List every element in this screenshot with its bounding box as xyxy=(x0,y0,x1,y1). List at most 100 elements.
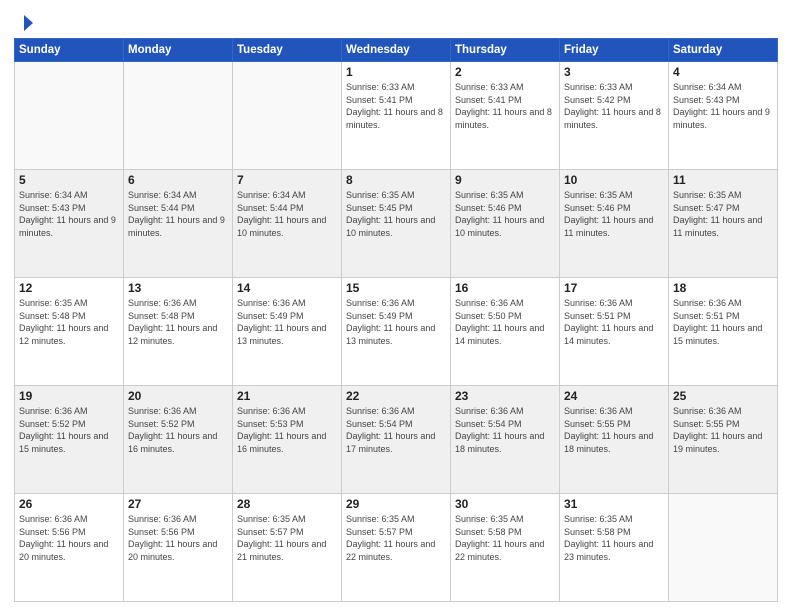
day-info: Sunrise: 6:35 AM Sunset: 5:48 PM Dayligh… xyxy=(19,297,119,347)
calendar-day-cell: 24 Sunrise: 6:36 AM Sunset: 5:55 PM Dayli… xyxy=(560,386,669,494)
day-info: Sunrise: 6:36 AM Sunset: 5:56 PM Dayligh… xyxy=(19,513,119,563)
calendar-day-cell: 4 Sunrise: 6:34 AM Sunset: 5:43 PM Daylig… xyxy=(669,62,778,170)
day-number: 28 xyxy=(237,497,337,511)
calendar-day-cell: 9 Sunrise: 6:35 AM Sunset: 5:46 PM Daylig… xyxy=(451,170,560,278)
day-number: 6 xyxy=(128,173,228,187)
day-number: 29 xyxy=(346,497,446,511)
day-number: 24 xyxy=(564,389,664,403)
day-info: Sunrise: 6:35 AM Sunset: 5:47 PM Dayligh… xyxy=(673,189,773,239)
calendar-table: SundayMondayTuesdayWednesdayThursdayFrid… xyxy=(14,38,778,602)
calendar-day-cell: 18Sunrise: 6:36 AM Sunset: 5:51 PM Dayli… xyxy=(669,278,778,386)
day-info: Sunrise: 6:36 AM Sunset: 5:48 PM Dayligh… xyxy=(128,297,228,347)
day-number: 16 xyxy=(455,281,555,295)
day-info: Sunrise: 6:36 AM Sunset: 5:52 PM Dayligh… xyxy=(19,405,119,455)
day-number: 26 xyxy=(19,497,119,511)
calendar-day-cell: 2 Sunrise: 6:33 AM Sunset: 5:41 PM Daylig… xyxy=(451,62,560,170)
day-info: Sunrise: 6:36 AM Sunset: 5:51 PM Dayligh… xyxy=(564,297,664,347)
calendar-week-row: 19 Sunrise: 6:36 AM Sunset: 5:52 PM Dayli… xyxy=(15,386,778,494)
day-number: 8 xyxy=(346,173,446,187)
calendar-day-cell: 12 Sunrise: 6:35 AM Sunset: 5:48 PM Dayli… xyxy=(15,278,124,386)
weekday-header-tuesday: Tuesday xyxy=(233,39,342,62)
day-number: 4 xyxy=(673,65,773,79)
day-info: Sunrise: 6:35 AM Sunset: 5:58 PM Dayligh… xyxy=(564,513,664,563)
day-info: Sunrise: 6:36 AM Sunset: 5:54 PM Dayligh… xyxy=(455,405,555,455)
day-number: 19 xyxy=(19,389,119,403)
day-number: 14 xyxy=(237,281,337,295)
calendar-day-cell: 29 Sunrise: 6:35 AM Sunset: 5:57 PM Dayli… xyxy=(342,494,451,602)
logo xyxy=(14,14,34,32)
day-number: 21 xyxy=(237,389,337,403)
day-number: 3 xyxy=(564,65,664,79)
day-number: 27 xyxy=(128,497,228,511)
calendar-day-cell: 14 Sunrise: 6:36 AM Sunset: 5:49 PM Dayli… xyxy=(233,278,342,386)
day-info: Sunrise: 6:33 AM Sunset: 5:42 PM Dayligh… xyxy=(564,81,664,131)
day-number: 10 xyxy=(564,173,664,187)
calendar-day-cell: 21 Sunrise: 6:36 AM Sunset: 5:53 PM Dayli… xyxy=(233,386,342,494)
day-info: Sunrise: 6:35 AM Sunset: 5:45 PM Dayligh… xyxy=(346,189,446,239)
day-number: 9 xyxy=(455,173,555,187)
weekday-header-wednesday: Wednesday xyxy=(342,39,451,62)
calendar-day-cell: 10 Sunrise: 6:35 AM Sunset: 5:46 PM Dayli… xyxy=(560,170,669,278)
calendar-day-cell: 30Sunrise: 6:35 AM Sunset: 5:58 PM Dayli… xyxy=(451,494,560,602)
day-number: 15 xyxy=(346,281,446,295)
calendar-day-cell: 11 Sunrise: 6:35 AM Sunset: 5:47 PM Dayli… xyxy=(669,170,778,278)
day-info: Sunrise: 6:36 AM Sunset: 5:52 PM Dayligh… xyxy=(128,405,228,455)
day-info: Sunrise: 6:34 AM Sunset: 5:44 PM Dayligh… xyxy=(128,189,228,239)
calendar-day-cell: 6 Sunrise: 6:34 AM Sunset: 5:44 PM Daylig… xyxy=(124,170,233,278)
day-info: Sunrise: 6:33 AM Sunset: 5:41 PM Dayligh… xyxy=(346,81,446,131)
day-info: Sunrise: 6:35 AM Sunset: 5:46 PM Dayligh… xyxy=(455,189,555,239)
calendar-day-cell: 22 Sunrise: 6:36 AM Sunset: 5:54 PM Dayli… xyxy=(342,386,451,494)
day-number: 5 xyxy=(19,173,119,187)
day-number: 11 xyxy=(673,173,773,187)
day-number: 12 xyxy=(19,281,119,295)
day-info: Sunrise: 6:35 AM Sunset: 5:57 PM Dayligh… xyxy=(346,513,446,563)
day-number: 17 xyxy=(564,281,664,295)
weekday-header-thursday: Thursday xyxy=(451,39,560,62)
day-info: Sunrise: 6:36 AM Sunset: 5:49 PM Dayligh… xyxy=(237,297,337,347)
calendar-day-cell: 3 Sunrise: 6:33 AM Sunset: 5:42 PM Daylig… xyxy=(560,62,669,170)
day-number: 22 xyxy=(346,389,446,403)
day-number: 2 xyxy=(455,65,555,79)
day-info: Sunrise: 6:34 AM Sunset: 5:43 PM Dayligh… xyxy=(673,81,773,131)
calendar-day-cell: 5Sunrise: 6:34 AM Sunset: 5:43 PM Daylig… xyxy=(15,170,124,278)
calendar-day-cell: 27 Sunrise: 6:36 AM Sunset: 5:56 PM Dayli… xyxy=(124,494,233,602)
day-number: 30 xyxy=(455,497,555,511)
calendar-day-cell: 8 Sunrise: 6:35 AM Sunset: 5:45 PM Daylig… xyxy=(342,170,451,278)
day-info: Sunrise: 6:35 AM Sunset: 5:46 PM Dayligh… xyxy=(564,189,664,239)
day-info: Sunrise: 6:34 AM Sunset: 5:44 PM Dayligh… xyxy=(237,189,337,239)
day-info: Sunrise: 6:36 AM Sunset: 5:56 PM Dayligh… xyxy=(128,513,228,563)
day-number: 20 xyxy=(128,389,228,403)
calendar-week-row: 12 Sunrise: 6:35 AM Sunset: 5:48 PM Dayli… xyxy=(15,278,778,386)
day-info: Sunrise: 6:36 AM Sunset: 5:53 PM Dayligh… xyxy=(237,405,337,455)
calendar-day-cell: 1Sunrise: 6:33 AM Sunset: 5:41 PM Daylig… xyxy=(342,62,451,170)
calendar-day-cell: 16Sunrise: 6:36 AM Sunset: 5:50 PM Dayli… xyxy=(451,278,560,386)
calendar-day-cell: 19 Sunrise: 6:36 AM Sunset: 5:52 PM Dayli… xyxy=(15,386,124,494)
calendar-week-row: 1Sunrise: 6:33 AM Sunset: 5:41 PM Daylig… xyxy=(15,62,778,170)
calendar-day-cell: 25Sunrise: 6:36 AM Sunset: 5:55 PM Dayli… xyxy=(669,386,778,494)
calendar-day-cell xyxy=(669,494,778,602)
calendar-day-cell: 15 Sunrise: 6:36 AM Sunset: 5:49 PM Dayli… xyxy=(342,278,451,386)
day-info: Sunrise: 6:36 AM Sunset: 5:49 PM Dayligh… xyxy=(346,297,446,347)
calendar-day-cell: 28 Sunrise: 6:35 AM Sunset: 5:57 PM Dayli… xyxy=(233,494,342,602)
logo-flag-icon xyxy=(15,14,33,32)
calendar-day-cell: 23 Sunrise: 6:36 AM Sunset: 5:54 PM Dayli… xyxy=(451,386,560,494)
day-number: 31 xyxy=(564,497,664,511)
page: SundayMondayTuesdayWednesdayThursdayFrid… xyxy=(0,0,792,612)
weekday-header-monday: Monday xyxy=(124,39,233,62)
calendar-day-cell xyxy=(15,62,124,170)
calendar-day-cell: 7 Sunrise: 6:34 AM Sunset: 5:44 PM Daylig… xyxy=(233,170,342,278)
calendar-day-cell: 13 Sunrise: 6:36 AM Sunset: 5:48 PM Dayli… xyxy=(124,278,233,386)
day-number: 13 xyxy=(128,281,228,295)
calendar-week-row: 26 Sunrise: 6:36 AM Sunset: 5:56 PM Dayli… xyxy=(15,494,778,602)
calendar-day-cell xyxy=(124,62,233,170)
day-info: Sunrise: 6:36 AM Sunset: 5:55 PM Dayligh… xyxy=(673,405,773,455)
day-info: Sunrise: 6:36 AM Sunset: 5:55 PM Dayligh… xyxy=(564,405,664,455)
calendar-header-row: SundayMondayTuesdayWednesdayThursdayFrid… xyxy=(15,39,778,62)
day-info: Sunrise: 6:35 AM Sunset: 5:57 PM Dayligh… xyxy=(237,513,337,563)
day-number: 23 xyxy=(455,389,555,403)
day-number: 7 xyxy=(237,173,337,187)
day-info: Sunrise: 6:36 AM Sunset: 5:54 PM Dayligh… xyxy=(346,405,446,455)
calendar-day-cell: 20 Sunrise: 6:36 AM Sunset: 5:52 PM Dayli… xyxy=(124,386,233,494)
day-info: Sunrise: 6:33 AM Sunset: 5:41 PM Dayligh… xyxy=(455,81,555,131)
weekday-header-friday: Friday xyxy=(560,39,669,62)
